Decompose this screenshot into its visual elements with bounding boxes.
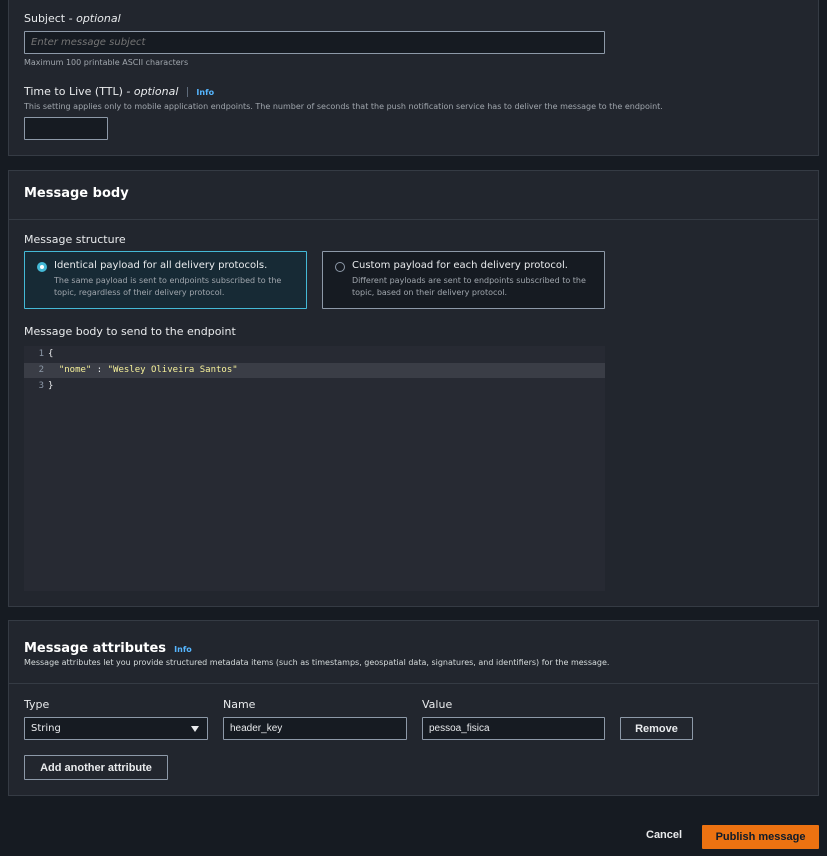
ttl-label-text: Time to Live (TTL) bbox=[24, 85, 123, 98]
subject-label-text: Subject bbox=[24, 12, 66, 25]
code-text: "nome" : "Wesley Oliveira Santos" bbox=[48, 365, 238, 375]
cancel-button[interactable]: Cancel bbox=[646, 829, 682, 841]
message-attributes-info-link[interactable]: Info bbox=[174, 645, 192, 654]
message-body-editor[interactable]: 1 { 2 "nome" : "Wesley Oliveira Santos" … bbox=[24, 346, 605, 591]
json-value: "Wesley Oliveira Santos" bbox=[107, 365, 238, 375]
code-line-1: 1 { bbox=[24, 347, 605, 362]
message-attributes-panel: Message attributes Info Message attribut… bbox=[8, 620, 819, 796]
attribute-type-select[interactable]: String bbox=[24, 717, 208, 740]
publish-message-button[interactable]: Publish message bbox=[702, 825, 819, 849]
custom-payload-title: Custom payload for each delivery protoco… bbox=[352, 260, 568, 271]
custom-payload-option[interactable]: Custom payload for each delivery protoco… bbox=[322, 251, 605, 309]
ttl-label: Time to Live (TTL) - optional Info bbox=[24, 85, 214, 98]
subject-hint: Maximum 100 printable ASCII characters bbox=[24, 58, 189, 67]
ttl-info-link[interactable]: Info bbox=[196, 88, 214, 97]
message-structure-label: Message structure bbox=[24, 233, 126, 246]
attribute-name-input[interactable] bbox=[223, 717, 407, 740]
custom-payload-desc-line2: topic, based on their delivery protocol. bbox=[352, 288, 508, 297]
attribute-name-label: Name bbox=[223, 698, 256, 711]
custom-payload-description: Different payloads are sent to endpoints… bbox=[352, 275, 586, 299]
custom-payload-desc-line1: Different payloads are sent to endpoints… bbox=[352, 276, 586, 285]
ttl-description: This setting applies only to mobile appl… bbox=[24, 102, 663, 111]
code-text: { bbox=[48, 349, 54, 359]
line-number: 1 bbox=[38, 349, 44, 359]
message-attributes-header: Message attributes Info bbox=[24, 637, 192, 656]
attribute-type-label: Type bbox=[24, 698, 50, 711]
add-attribute-button[interactable]: Add another attribute bbox=[24, 755, 168, 780]
attribute-value-input[interactable] bbox=[422, 717, 605, 740]
message-body-title: Message body bbox=[24, 186, 129, 201]
identical-payload-option[interactable]: Identical payload for all delivery proto… bbox=[24, 251, 307, 309]
caret-down-icon bbox=[191, 725, 199, 732]
message-body-panel: Message body Message structure Identical… bbox=[8, 170, 819, 607]
message-attributes-divider bbox=[9, 683, 818, 684]
code-text: } bbox=[48, 381, 54, 391]
subject-input[interactable] bbox=[24, 31, 605, 54]
code-line-3: 3 } bbox=[24, 379, 605, 394]
ttl-label-separator bbox=[186, 87, 188, 97]
identical-payload-title: Identical payload for all delivery proto… bbox=[54, 260, 268, 271]
subject-label: Subject - optional bbox=[24, 12, 121, 25]
line-number: 2 bbox=[38, 365, 44, 375]
code-line-2: 2 "nome" : "Wesley Oliveira Santos" bbox=[24, 363, 605, 378]
identical-payload-description: The same payload is sent to endpoints su… bbox=[54, 275, 281, 299]
json-key: "nome" bbox=[58, 365, 92, 375]
message-body-divider bbox=[9, 219, 818, 220]
message-details-panel: Subject - optional Maximum 100 printable… bbox=[8, 0, 819, 156]
message-attributes-description: Message attributes let you provide struc… bbox=[24, 658, 610, 667]
remove-attribute-button[interactable]: Remove bbox=[620, 717, 693, 740]
ttl-input[interactable] bbox=[24, 117, 108, 140]
ttl-optional-text: - optional bbox=[126, 85, 179, 98]
identical-payload-desc-line1: The same payload is sent to endpoints su… bbox=[54, 276, 282, 285]
message-attributes-title: Message attributes bbox=[24, 641, 167, 656]
attribute-value-label: Value bbox=[422, 698, 453, 711]
identical-payload-desc-line2: topic, regardless of their delivery prot… bbox=[54, 288, 225, 297]
subject-optional-text: - optional bbox=[68, 12, 121, 25]
message-body-editor-label: Message body to send to the endpoint bbox=[24, 325, 236, 338]
line-number: 3 bbox=[38, 381, 44, 391]
identical-payload-radio[interactable] bbox=[37, 262, 47, 272]
custom-payload-radio[interactable] bbox=[335, 262, 345, 272]
json-separator: : bbox=[91, 365, 108, 375]
attribute-type-selected-value: String bbox=[31, 723, 61, 734]
